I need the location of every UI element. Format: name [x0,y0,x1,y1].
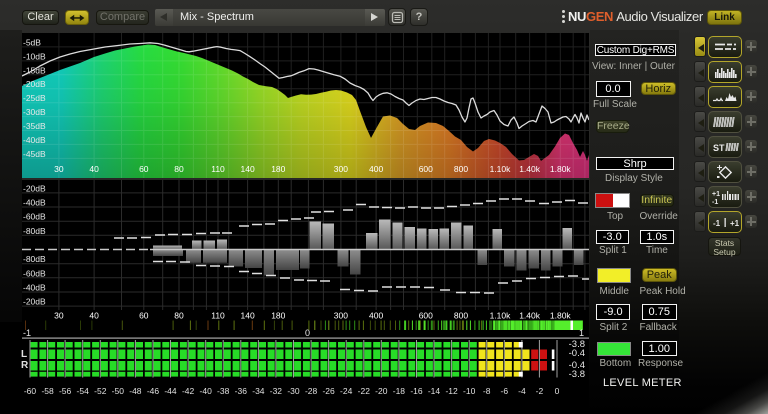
svg-text:60: 60 [139,164,149,174]
svg-text:ST: ST [713,143,725,153]
svg-text:-8: -8 [483,386,491,396]
svg-text:-12: -12 [445,386,458,396]
svg-text:-60: -60 [24,386,37,396]
svg-text:1.40k: 1.40k [519,164,541,174]
svg-text:-48: -48 [129,386,142,396]
svg-text:-10: -10 [463,386,476,396]
svg-text:-22: -22 [358,386,371,396]
svg-text:-28: -28 [305,386,318,396]
svg-text:-36: -36 [235,386,248,396]
svg-text:-26: -26 [322,386,335,396]
svg-text:-80dB: -80dB [23,254,46,264]
svg-text:30: 30 [54,164,64,174]
svg-text:40: 40 [89,311,99,321]
svg-text:140: 140 [241,164,255,174]
svg-text:-50: -50 [112,386,125,396]
svg-text:-45dB: -45dB [23,149,46,159]
svg-text:-20dB: -20dB [23,297,46,307]
svg-text:-40dB: -40dB [23,135,46,145]
svg-text:80: 80 [174,311,184,321]
svg-text:-80dB: -80dB [23,226,46,236]
svg-text:-40dB: -40dB [23,283,46,293]
svg-text:1: 1 [579,328,584,338]
svg-text:1.10k: 1.10k [490,164,512,174]
svg-text:-38: -38 [217,386,230,396]
svg-text:-6: -6 [501,386,509,396]
svg-text:600: 600 [419,164,433,174]
svg-text:-56: -56 [59,386,72,396]
svg-text:-1: -1 [712,199,718,206]
svg-text:-60dB: -60dB [23,268,46,278]
svg-text:600: 600 [419,311,433,321]
svg-text:0: 0 [305,328,310,338]
svg-text:80: 80 [174,164,184,174]
svg-text:800: 800 [454,311,468,321]
svg-text:180: 180 [271,164,285,174]
svg-text:110: 110 [211,311,225,321]
svg-text:+1: +1 [712,191,720,198]
svg-text:-15dB: -15dB [23,65,46,75]
svg-text:800: 800 [454,164,468,174]
svg-text:400: 400 [369,311,383,321]
svg-text:1.40k: 1.40k [519,311,541,321]
svg-text:-54: -54 [77,386,90,396]
svg-text:-30: -30 [287,386,300,396]
svg-text:-35dB: -35dB [23,121,46,131]
svg-text:-42: -42 [182,386,195,396]
svg-text:1.80k: 1.80k [550,311,572,321]
svg-text:-24: -24 [340,386,353,396]
svg-text:300: 300 [334,164,348,174]
svg-text:-2: -2 [536,386,544,396]
svg-text:-20dB: -20dB [23,79,46,89]
svg-text:0: 0 [555,386,560,396]
svg-text:300: 300 [334,311,348,321]
svg-text:-18: -18 [393,386,406,396]
svg-text:-4: -4 [518,386,526,396]
svg-text:-46: -46 [147,386,160,396]
svg-text:-20: -20 [375,386,388,396]
svg-text:400: 400 [369,164,383,174]
svg-text:-30dB: -30dB [23,107,46,117]
svg-text:140: 140 [241,311,255,321]
svg-text:-40: -40 [200,386,213,396]
svg-text:-40dB: -40dB [23,198,46,208]
svg-text:-16: -16 [410,386,423,396]
svg-text:-34: -34 [252,386,265,396]
svg-text:-14: -14 [428,386,441,396]
svg-text:-32: -32 [270,386,283,396]
svg-text:-1: -1 [23,328,31,338]
svg-text:-58: -58 [41,386,54,396]
svg-text:-44: -44 [164,386,177,396]
svg-text:1.80k: 1.80k [550,164,572,174]
svg-text:-60dB: -60dB [23,212,46,222]
svg-text:180: 180 [271,311,285,321]
svg-text:110: 110 [211,164,225,174]
svg-text:-20dB: -20dB [23,183,46,193]
svg-text:-1: -1 [713,219,721,228]
svg-text:-10dB: -10dB [23,51,46,61]
svg-text:30: 30 [54,311,64,321]
svg-text:40: 40 [89,164,99,174]
svg-text:+1: +1 [730,219,740,228]
svg-text:-25dB: -25dB [23,93,46,103]
svg-text:60: 60 [139,311,149,321]
svg-text:-52: -52 [94,386,107,396]
svg-text:-5dB: -5dB [23,37,41,47]
svg-text:1.10k: 1.10k [490,311,512,321]
